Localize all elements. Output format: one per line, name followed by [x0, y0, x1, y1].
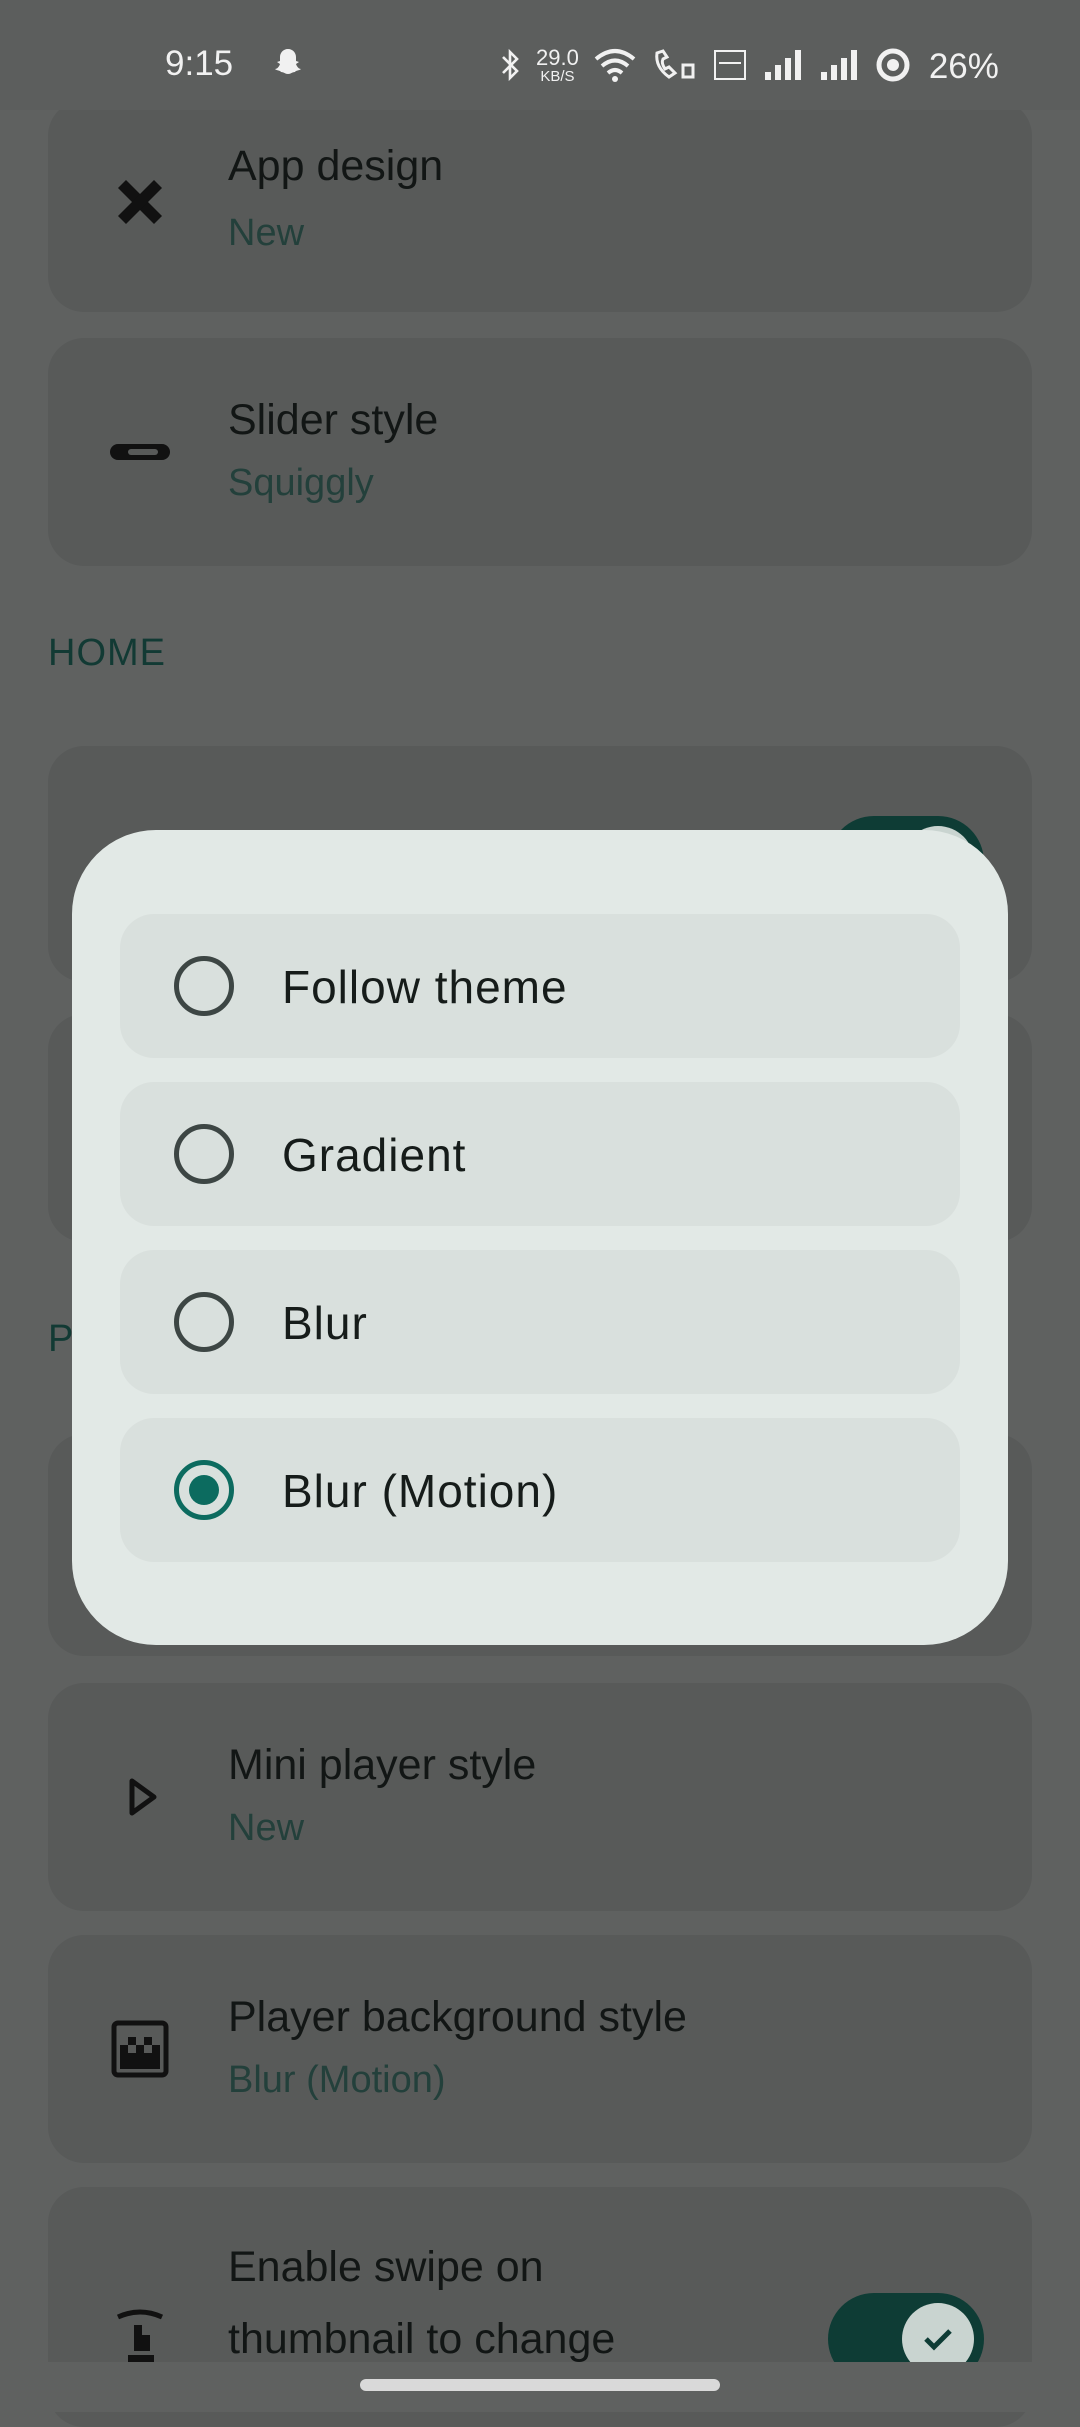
setting-title: Mini player style [228, 1741, 537, 1789]
network-speed: 29.0 KB/S [536, 45, 579, 86]
option-blur-motion[interactable]: Blur (Motion) [120, 1418, 960, 1562]
option-label: Follow theme [282, 961, 568, 1013]
radio-button-selected[interactable] [174, 1460, 234, 1520]
option-label: Blur [282, 1297, 368, 1349]
swipe-gesture-icon [110, 2305, 170, 2365]
setting-slider-style[interactable]: Slider style Squiggly [48, 338, 1032, 566]
volte-icon [711, 47, 749, 88]
wifi-icon [593, 47, 637, 88]
radio-button[interactable] [174, 1124, 234, 1184]
setting-app-design[interactable]: App design New [48, 100, 1032, 312]
design-tools-icon [110, 172, 170, 232]
gradient-background-icon [110, 2019, 170, 2079]
signal-icon-sim1 [763, 48, 805, 87]
wifi-calling-icon [651, 47, 697, 88]
status-icons: 29.0 KB/S 26% [500, 42, 999, 92]
player-background-style-dialog: Follow theme Gradient Blur Blur (Motion) [72, 830, 1008, 1645]
snapchat-notification-icon [272, 46, 316, 86]
option-gradient[interactable]: Gradient [120, 1082, 960, 1226]
setting-value: Squiggly [228, 462, 374, 504]
battery-icon [875, 47, 911, 88]
section-header-player: P [48, 1318, 75, 1360]
setting-title-line1: Enable swipe on [228, 2243, 544, 2291]
setting-title-line2: thumbnail to change [228, 2315, 616, 2363]
setting-player-background-style[interactable]: Player background style Blur (Motion) [48, 1935, 1032, 2163]
option-label: Gradient [282, 1129, 467, 1181]
battery-percent: 26% [928, 47, 999, 86]
setting-title: App design [228, 142, 444, 190]
play-icon [110, 1767, 170, 1827]
radio-button[interactable] [174, 1292, 234, 1352]
option-label: Blur (Motion) [282, 1465, 559, 1517]
setting-title: Player background style [228, 1993, 687, 2041]
radio-button[interactable] [174, 956, 234, 1016]
slider-icon [110, 422, 170, 482]
status-bar: 9:15 29.0 KB/S 26% [0, 0, 1080, 110]
network-speed-value: 29.0 [536, 45, 579, 70]
setting-value: New [228, 212, 305, 254]
setting-title: Slider style [228, 396, 439, 444]
signal-icon-sim2 [819, 48, 861, 87]
option-follow-theme[interactable]: Follow theme [120, 914, 960, 1058]
gesture-handle[interactable] [360, 2379, 720, 2391]
setting-mini-player-style[interactable]: Mini player style New [48, 1683, 1032, 1911]
bluetooth-icon [500, 48, 522, 87]
section-header-home: HOME [48, 632, 166, 674]
option-blur[interactable]: Blur [120, 1250, 960, 1394]
network-speed-unit: KB/S [540, 68, 575, 85]
setting-value: Blur (Motion) [228, 2059, 446, 2101]
setting-value: New [228, 1807, 305, 1849]
status-time: 9:15 [165, 44, 234, 83]
